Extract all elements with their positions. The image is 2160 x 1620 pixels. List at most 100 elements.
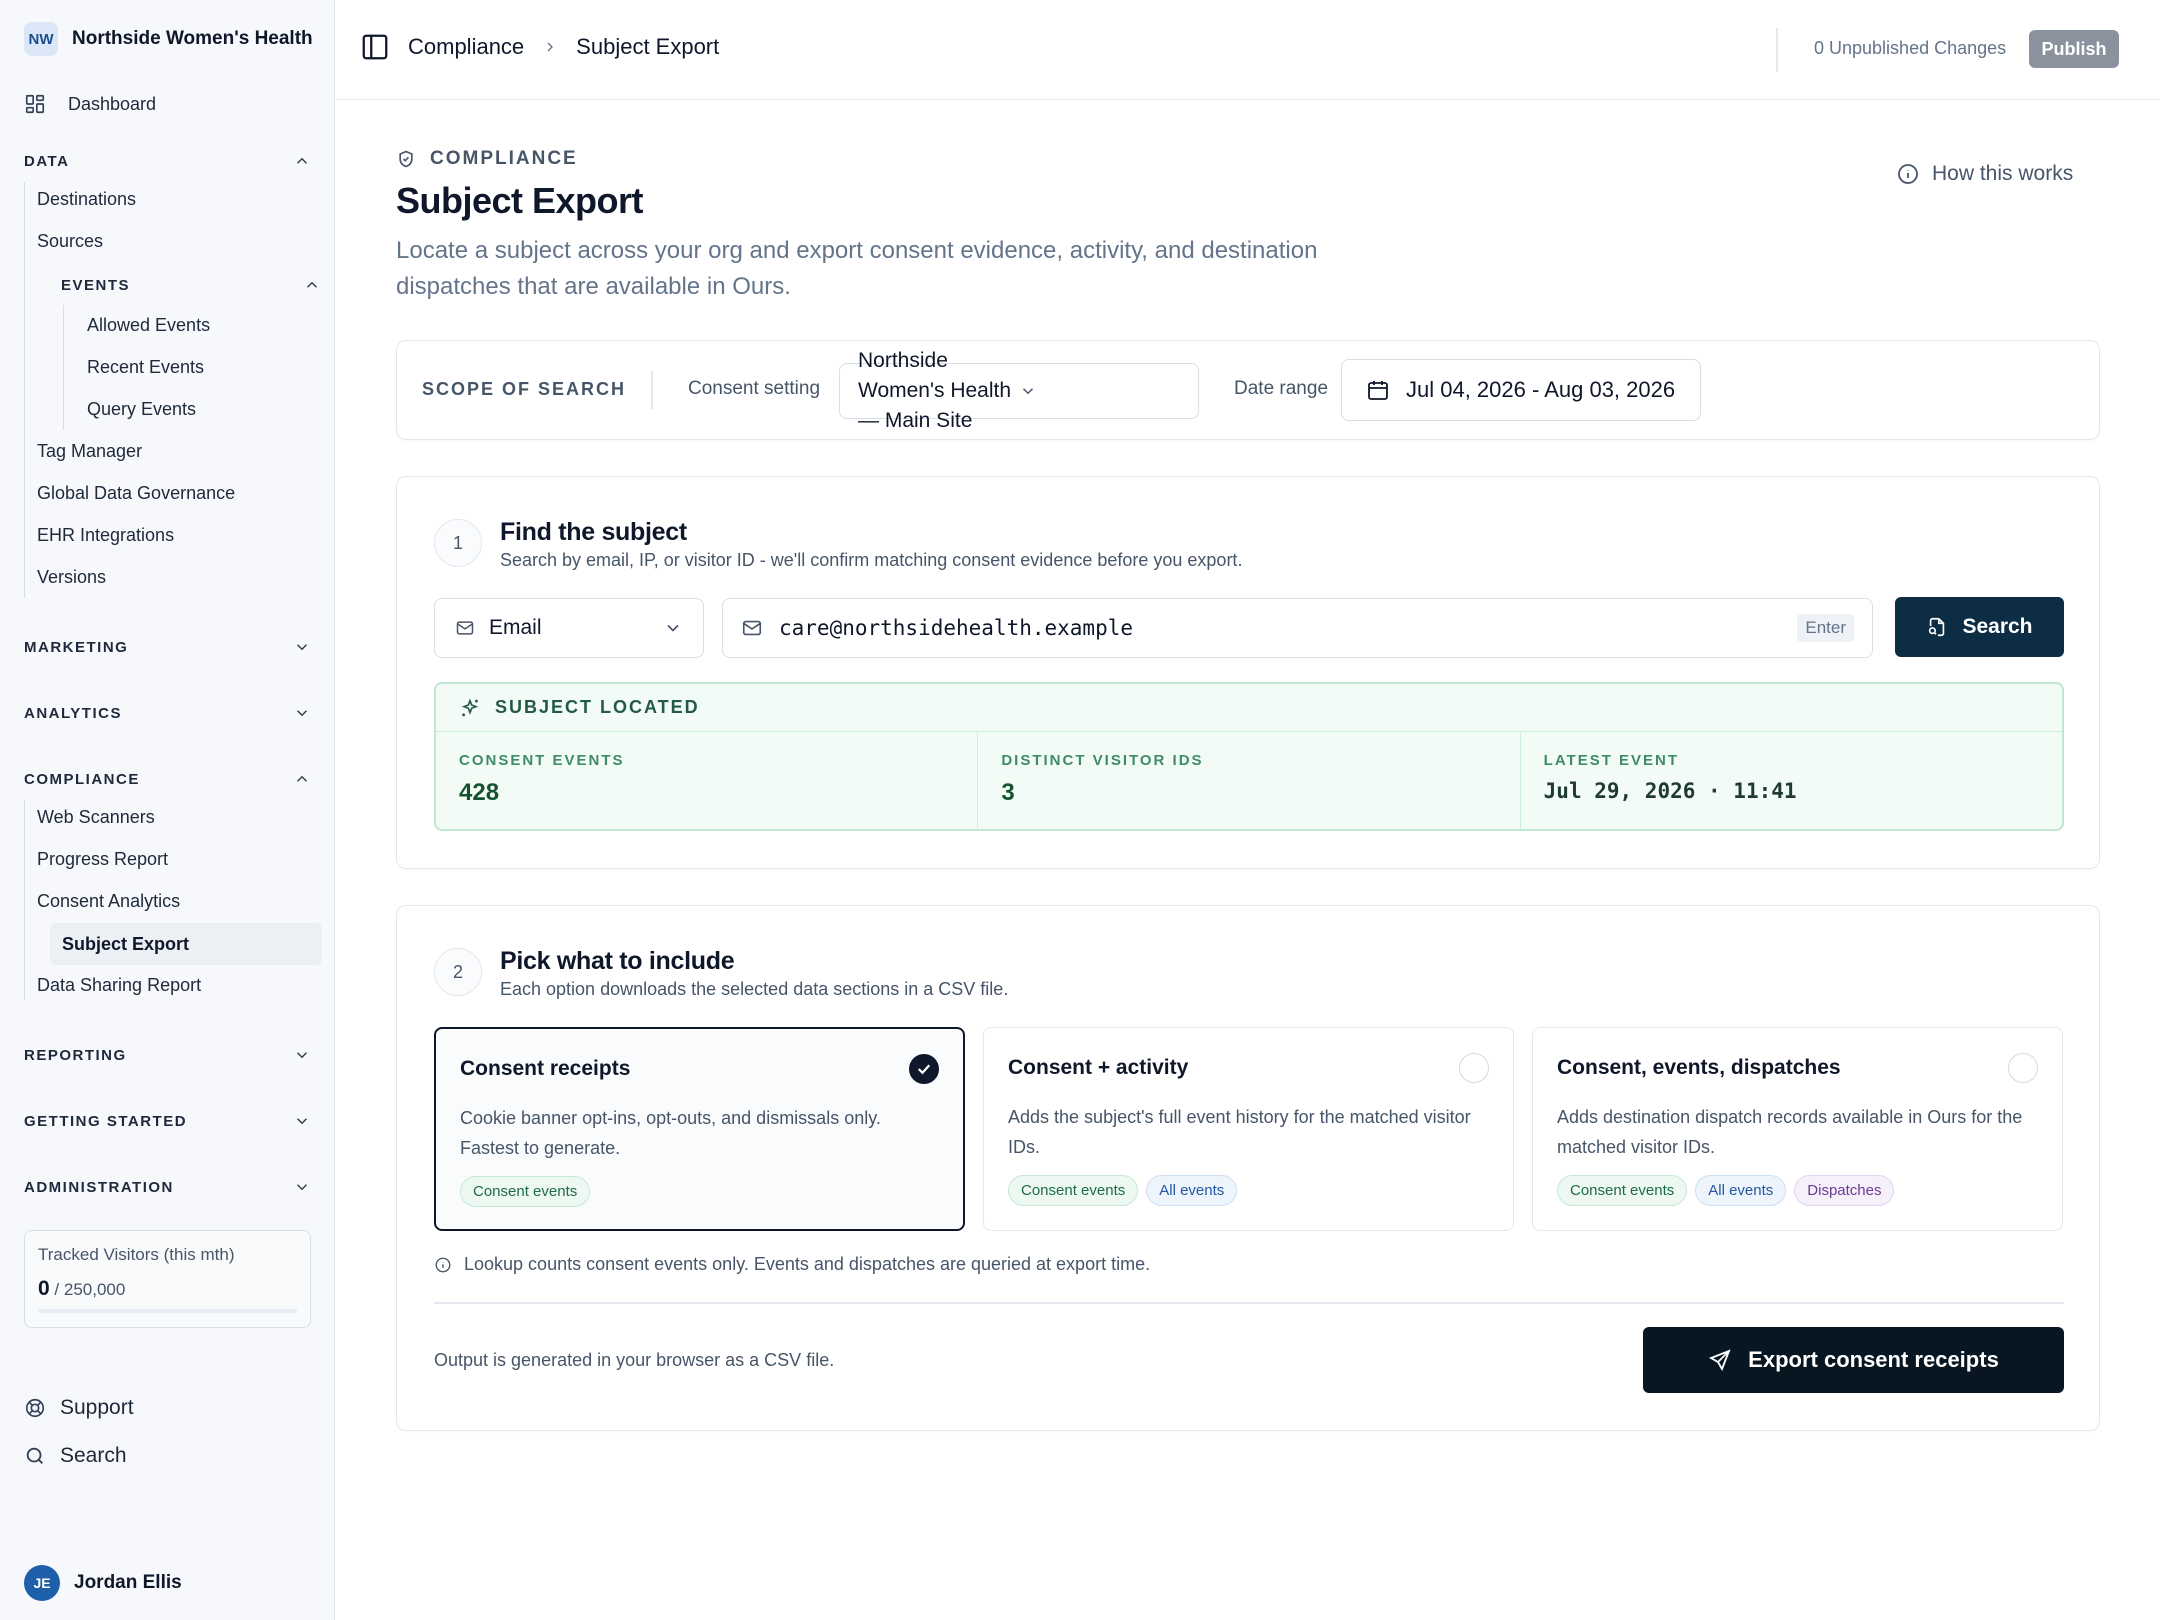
date-range-picker[interactable]: Jul 04, 2026 - Aug 03, 2026 xyxy=(1341,359,1701,421)
stat-label: DISTINCT VISITOR IDS xyxy=(1001,752,1204,769)
chevron-right-icon xyxy=(542,39,558,55)
step-number: 2 xyxy=(434,948,482,996)
section-marketing[interactable]: MARKETING xyxy=(24,638,311,656)
shield-check-icon xyxy=(396,149,416,169)
stat-latest-event: LATEST EVENT Jul 29, 2026 · 11:41 xyxy=(1521,732,2062,829)
sidebar-item-progress-report[interactable]: Progress Report xyxy=(37,849,168,870)
lookup-note-text: Lookup counts consent events only. Event… xyxy=(464,1254,1151,1274)
sidebar-item-consent-analytics[interactable]: Consent Analytics xyxy=(37,891,180,912)
sidebar-item-dashboard[interactable]: Dashboard xyxy=(24,93,156,115)
tracked-visitors-card: Tracked Visitors (this mth) 0 / 250,000 xyxy=(24,1230,311,1328)
lifebuoy-icon xyxy=(24,1397,46,1419)
visitors-value: 0 / 250,000 xyxy=(38,1277,297,1301)
consent-setting-select[interactable]: Northside Women's Health — Main Site xyxy=(839,349,1199,432)
sidebar-item-query-events[interactable]: Query Events xyxy=(87,399,196,420)
topbar: Compliance Subject Export 0 Unpublished … xyxy=(336,0,2160,100)
chevron-up-icon xyxy=(303,276,321,294)
search-icon xyxy=(24,1445,46,1467)
sidebar-item-label: Dashboard xyxy=(68,93,157,114)
sidebar-item-subject-export[interactable]: Subject Export xyxy=(50,923,322,965)
subject-located-header: SUBJECT LOCATED xyxy=(436,684,2062,732)
sidebar-item-allowed-events[interactable]: Allowed Events xyxy=(87,315,210,336)
sidebar-item-versions[interactable]: Versions xyxy=(37,567,106,588)
sidebar-item-recent-events[interactable]: Recent Events xyxy=(87,357,204,378)
option-consent-receipts[interactable]: Consent receipts Cookie banner opt-ins, … xyxy=(434,1027,965,1231)
option-title: Consent + activity xyxy=(1008,1056,1189,1079)
divider xyxy=(1776,28,1778,72)
sidebar-toggle-icon[interactable] xyxy=(360,32,390,62)
chevron-down-icon xyxy=(293,1178,311,1196)
org-badge: NW xyxy=(24,22,58,56)
option-title: Consent receipts xyxy=(460,1057,631,1080)
sidebar: NW Northside Women's Health Dashboard DA… xyxy=(0,0,335,1620)
tag-dispatches: Dispatches xyxy=(1794,1175,1895,1206)
section-analytics[interactable]: ANALYTICS xyxy=(24,704,311,722)
subject-located-panel: SUBJECT LOCATED CONSENT EVENTS 428 DISTI… xyxy=(434,682,2064,831)
section-compliance[interactable]: COMPLIANCE xyxy=(24,770,311,788)
breadcrumb: Compliance Subject Export xyxy=(360,32,719,62)
info-icon xyxy=(434,1256,452,1274)
option-tags: Consent events All events Dispatches xyxy=(1557,1175,1895,1206)
radio-unselected[interactable] xyxy=(1459,1053,1489,1083)
how-this-works-link[interactable]: How this works xyxy=(1896,162,2073,186)
sidebar-item-ehr-integrations[interactable]: EHR Integrations xyxy=(37,525,174,546)
option-description: Cookie banner opt-ins, opt-outs, and dis… xyxy=(460,1108,881,1158)
sidebar-item-data-sharing-report[interactable]: Data Sharing Report xyxy=(37,975,201,996)
subject-search-value: care@northsidehealth.example xyxy=(779,616,1134,640)
section-reporting[interactable]: REPORTING xyxy=(24,1046,311,1064)
data-subtree-line xyxy=(24,182,25,598)
unpublished-changes: 0 Unpublished Changes xyxy=(1814,38,2007,58)
user-menu[interactable]: JE Jordan Ellis xyxy=(24,1565,182,1601)
subject-search-input[interactable]: care@northsidehealth.example Enter xyxy=(722,598,1873,658)
step-title: Find the subject xyxy=(500,518,687,546)
breadcrumb-parent[interactable]: Compliance xyxy=(408,34,524,60)
identifier-type-value: Email xyxy=(489,616,542,639)
section-data[interactable]: DATA xyxy=(24,152,311,170)
date-range-value: Jul 04, 2026 - Aug 03, 2026 xyxy=(1406,377,1676,402)
consent-setting-value: Northside Women's Health — Main Site xyxy=(858,349,1012,432)
stat-value: 428 xyxy=(459,779,500,806)
check-circle-icon[interactable] xyxy=(909,1054,939,1084)
mail-icon xyxy=(455,618,475,638)
section-events[interactable]: EVENTS xyxy=(61,276,321,294)
section-label: EVENTS xyxy=(61,276,131,294)
section-getting-started[interactable]: GETTING STARTED xyxy=(24,1112,311,1130)
stat-value: Jul 29, 2026 · 11:41 xyxy=(1543,779,1797,803)
option-consent-activity[interactable]: Consent + activity Adds the subject's fu… xyxy=(983,1027,1514,1231)
section-label: REPORTING xyxy=(24,1046,127,1064)
publish-button[interactable]: Publish xyxy=(2029,30,2119,68)
org-name: Northside Women's Health xyxy=(72,28,313,49)
search-button[interactable]: Search xyxy=(1895,597,2064,657)
calendar-icon xyxy=(1366,378,1390,402)
option-consent-events-dispatches[interactable]: Consent, events, dispatches Adds destina… xyxy=(1532,1027,2063,1231)
radio-unselected[interactable] xyxy=(2008,1053,2038,1083)
sidebar-item-sources[interactable]: Sources xyxy=(37,231,103,252)
page-eyebrow: COMPLIANCE xyxy=(396,148,578,170)
sidebar-item-global-data-governance[interactable]: Global Data Governance xyxy=(37,483,235,504)
export-button[interactable]: Export consent receipts xyxy=(1643,1327,2064,1393)
divider xyxy=(651,371,653,409)
subject-stats: CONSENT EVENTS 428 DISTINCT VISITOR IDS … xyxy=(436,732,2062,829)
section-administration[interactable]: ADMINISTRATION xyxy=(24,1178,311,1196)
chevron-up-icon xyxy=(293,152,311,170)
date-range-label: Date range xyxy=(1234,378,1329,399)
option-description: Adds destination dispatch records availa… xyxy=(1557,1107,2023,1157)
find-subject-card: 1 Find the subject Search by email, IP, … xyxy=(396,476,2100,869)
identifier-type-select[interactable]: Email xyxy=(434,598,704,658)
events-subtree-line xyxy=(63,305,64,430)
tag-all-events: All events xyxy=(1146,1175,1238,1206)
send-icon xyxy=(1708,1348,1732,1372)
scope-title: SCOPE OF SEARCH xyxy=(422,379,627,399)
sidebar-item-web-scanners[interactable]: Web Scanners xyxy=(37,807,155,828)
support-link[interactable]: Support xyxy=(24,1396,134,1420)
pick-include-card: 2 Pick what to include Each option downl… xyxy=(396,905,2100,1431)
enter-key-hint: Enter xyxy=(1797,614,1854,642)
consent-setting-label: Consent setting xyxy=(688,378,821,399)
section-label: GETTING STARTED xyxy=(24,1112,188,1130)
search-button-label: Search xyxy=(1962,615,2033,638)
sidebar-search-link[interactable]: Search xyxy=(24,1444,127,1468)
sidebar-item-destinations[interactable]: Destinations xyxy=(37,189,136,210)
org-switcher[interactable]: NW Northside Women's Health xyxy=(24,22,313,56)
sidebar-item-tag-manager[interactable]: Tag Manager xyxy=(37,441,142,462)
how-label: How this works xyxy=(1932,162,2074,185)
